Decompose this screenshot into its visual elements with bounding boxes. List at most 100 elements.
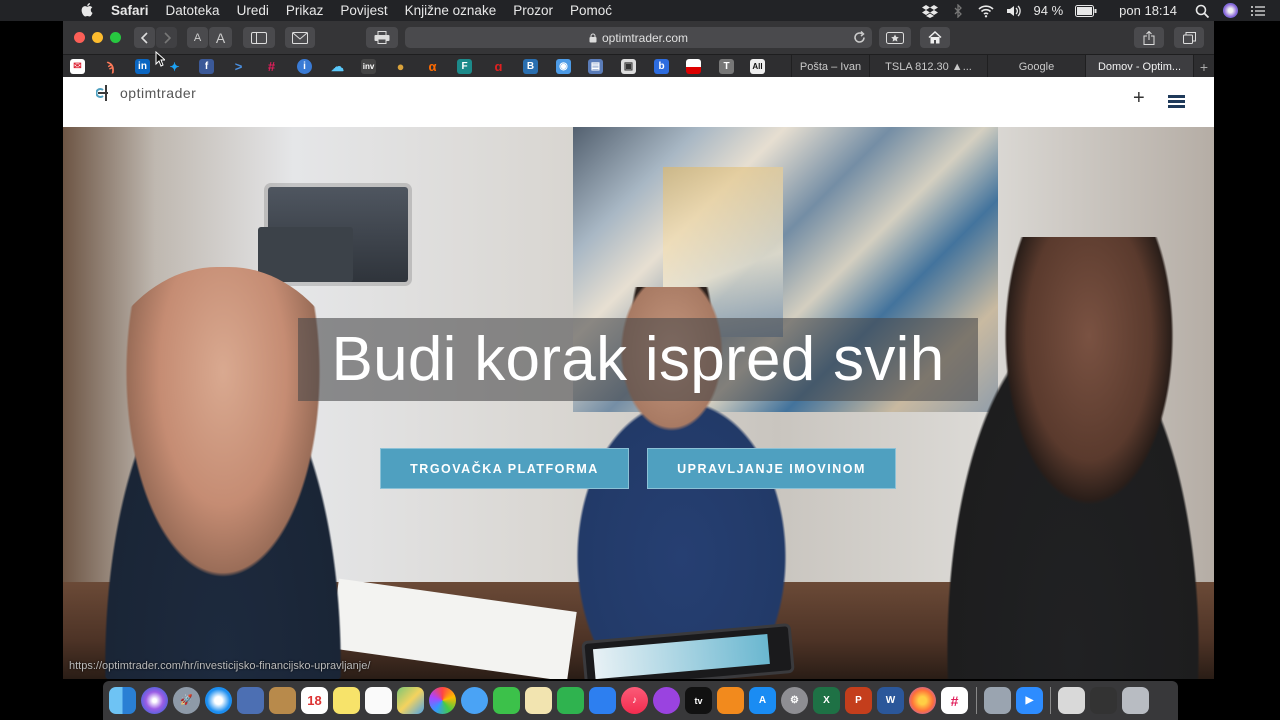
menu-app-safari[interactable]: Safari <box>111 3 149 18</box>
acrobat-icon[interactable]: ɑ <box>491 59 506 74</box>
photos-icon[interactable] <box>429 687 456 714</box>
reader-extension-button[interactable] <box>879 27 911 48</box>
slack-dock-icon[interactable]: # <box>941 687 968 714</box>
siri-dock-icon[interactable] <box>141 687 168 714</box>
sheet-icon[interactable]: B <box>523 59 538 74</box>
menu-view[interactable]: Prikaz <box>286 3 324 18</box>
trading-platform-button[interactable]: TRGOVAČKA PLATFORMA <box>380 448 629 489</box>
menu-help[interactable]: Pomoć <box>570 3 612 18</box>
apple-tv-icon[interactable]: tv <box>685 687 712 714</box>
music-icon[interactable]: ♪ <box>621 687 648 714</box>
font-larger-button[interactable]: A <box>209 27 232 48</box>
calendar-icon[interactable]: 18 <box>301 687 328 714</box>
app-store-icon[interactable]: A <box>749 687 776 714</box>
slack-icon[interactable]: # <box>264 59 279 74</box>
tab-google[interactable]: Google <box>987 55 1085 78</box>
minimize-window-button[interactable] <box>92 32 103 43</box>
font-smaller-button[interactable]: A <box>187 27 208 48</box>
image-capture-icon[interactable] <box>984 687 1011 714</box>
podcasts-icon[interactable] <box>653 687 680 714</box>
notebook-icon[interactable] <box>269 687 296 714</box>
tab-optimtrader[interactable]: Domov - Optim... <box>1085 55 1193 78</box>
camera-icon[interactable]: ◉ <box>556 59 571 74</box>
books-icon[interactable] <box>717 687 744 714</box>
clock[interactable]: pon 18:14 <box>1119 3 1177 18</box>
messages-icon[interactable] <box>461 687 488 714</box>
facebook-icon[interactable]: f <box>199 59 214 74</box>
zoom-window-button[interactable] <box>110 32 121 43</box>
firefox-icon[interactable] <box>909 687 936 714</box>
tab-tsla[interactable]: TSLA 812.30 ▲... <box>869 55 987 78</box>
facetime-icon[interactable] <box>493 687 520 714</box>
gmail-icon[interactable]: ✉ <box>70 59 85 74</box>
t-icon[interactable]: T <box>719 59 734 74</box>
zoom-icon[interactable]: ▶ <box>1016 687 1043 714</box>
reload-icon[interactable] <box>853 31 866 44</box>
f-icon[interactable]: F <box>457 59 472 74</box>
investing-icon[interactable]: inv <box>361 59 376 74</box>
new-tab-button[interactable]: + <box>1193 55 1214 78</box>
b-icon[interactable]: b <box>654 59 669 74</box>
apple-menu-icon[interactable] <box>81 2 93 17</box>
mouse-cursor-icon <box>155 51 165 67</box>
print-icon[interactable]: ▣ <box>621 59 636 74</box>
preview-icon[interactable] <box>237 687 264 714</box>
flag-icon[interactable] <box>686 59 701 74</box>
alpha-icon[interactable]: α <box>425 59 440 74</box>
twitter-icon[interactable]: ✦ <box>167 59 182 74</box>
mail-button[interactable] <box>285 27 315 48</box>
home-button[interactable] <box>920 27 950 48</box>
owl-icon[interactable]: ● <box>393 59 408 74</box>
menu-bookmarks[interactable]: Knjižne oznake <box>405 3 497 18</box>
bluetooth-icon[interactable] <box>950 3 966 18</box>
volume-icon[interactable] <box>1006 4 1022 18</box>
menu-window[interactable]: Prozor <box>513 3 553 18</box>
numbers-icon[interactable] <box>557 687 584 714</box>
keynote-icon[interactable] <box>589 687 616 714</box>
prompt-icon[interactable]: > <box>231 59 246 74</box>
hamburger-menu-icon[interactable] <box>1168 95 1185 109</box>
pages-icon[interactable] <box>525 687 552 714</box>
excel-icon[interactable]: X <box>813 687 840 714</box>
wifi-icon[interactable] <box>977 4 994 18</box>
menu-history[interactable]: Povijest <box>340 3 387 18</box>
spotlight-search-icon[interactable] <box>1195 4 1211 18</box>
menu-edit[interactable]: Uredi <box>237 3 269 18</box>
reader-icon[interactable]: ▤ <box>588 59 603 74</box>
powerpoint-icon[interactable]: P <box>845 687 872 714</box>
notes-icon[interactable] <box>333 687 360 714</box>
launchpad-icon[interactable]: 🚀 <box>173 687 200 714</box>
cloud-icon[interactable]: ☁ <box>330 59 345 74</box>
maps-icon[interactable] <box>397 687 424 714</box>
back-button[interactable] <box>134 27 155 48</box>
document-stack-icon[interactable] <box>1058 687 1085 714</box>
linkedin-icon[interactable]: in <box>135 59 150 74</box>
reminders-icon[interactable] <box>365 687 392 714</box>
close-window-button[interactable] <box>74 32 85 43</box>
site-logo[interactable]: optimtrader <box>96 83 196 103</box>
safari-dock-icon[interactable] <box>205 687 232 714</box>
hubspot-icon[interactable]: ϡ <box>103 59 118 74</box>
info-icon[interactable]: i <box>297 59 312 74</box>
menu-file[interactable]: Datoteka <box>166 3 220 18</box>
tab-overview-button[interactable] <box>1174 27 1204 48</box>
battery-icon[interactable] <box>1075 4 1097 17</box>
plus-button[interactable]: + <box>1133 87 1145 110</box>
all-icon[interactable]: All <box>750 59 765 74</box>
safari-window: A A optimtrader.com ✉ ϡ in ✦ f > # i ☁ i… <box>63 21 1214 679</box>
siri-icon[interactable] <box>1223 3 1238 18</box>
sidebar-button[interactable] <box>243 27 275 48</box>
print-button[interactable] <box>366 27 398 48</box>
system-preferences-icon[interactable]: ⚙ <box>781 687 808 714</box>
trash-icon[interactable] <box>1122 687 1149 714</box>
tab-mail[interactable]: Pošta – Ivan <box>791 55 869 78</box>
dropbox-icon[interactable] <box>921 4 938 18</box>
share-button[interactable] <box>1134 27 1164 48</box>
word-icon[interactable]: W <box>877 687 904 714</box>
downloads-stack-icon[interactable] <box>1090 687 1117 714</box>
notification-center-icon[interactable] <box>1250 4 1266 18</box>
asset-management-button[interactable]: UPRAVLJANJE IMOVINOM <box>647 448 896 489</box>
address-bar[interactable]: optimtrader.com <box>405 27 872 48</box>
forward-button[interactable] <box>156 27 177 48</box>
finder-icon[interactable] <box>109 687 136 714</box>
